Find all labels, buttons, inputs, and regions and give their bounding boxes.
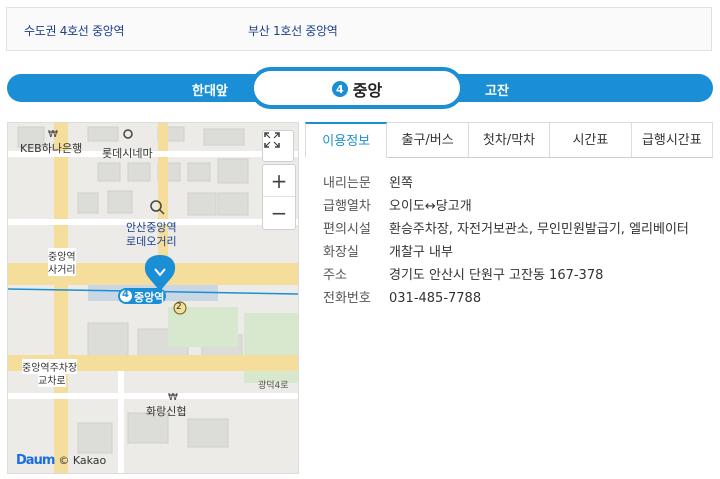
info-value: 경기도 안산시 단원구 고잔동 167-378	[389, 268, 604, 283]
map-copyright: Daum © Kakao	[16, 453, 106, 468]
prev-station-button[interactable]: 한대앞	[192, 80, 228, 99]
fullscreen-icon	[264, 132, 280, 148]
info-row-restroom: 화장실 개찰구 내부	[323, 242, 713, 264]
info-row-door: 내리는문 왼쪽	[323, 173, 713, 195]
tab-usage-info[interactable]: 이용정보	[305, 122, 388, 158]
info-row-express: 급행열차 오이도↔당고개	[323, 196, 713, 218]
info-row-address: 주소 경기도 안산시 단원구 고잔동 167-378	[323, 265, 713, 287]
info-label: 편의시설	[323, 222, 371, 237]
info-label: 주소	[323, 268, 347, 283]
map-station-label: 중앙역	[134, 291, 165, 304]
tab-timetable[interactable]: 시간표	[550, 122, 632, 157]
line-number-badge: 4	[331, 81, 348, 97]
info-row-phone: 전화번호 031-485-7788	[323, 288, 713, 310]
info-label: 화장실	[323, 245, 359, 260]
line-tabs: 수도권 4호선 중앙역 부산 1호선 중앙역	[6, 7, 712, 51]
map-label-rodeo: 로데오거리	[126, 235, 177, 248]
info-value: 031-485-7788	[389, 291, 482, 306]
map-station-badge-number: 4	[122, 289, 129, 300]
info-rows: 내리는문 왼쪽 급행열차 오이도↔당고개 편의시설 환승주차장, 자전거보관소,…	[305, 158, 713, 310]
info-label: 내리는문	[323, 176, 371, 191]
map-label-intersection: 사거리	[48, 261, 76, 276]
daum-logo: Daum	[16, 453, 55, 468]
zoom-out-button[interactable]: −	[263, 197, 295, 229]
info-row-facilities: 편의시설 환승주차장, 자전거보관소, 무인민원발급기, 엘리베이터	[323, 219, 713, 241]
fullscreen-button[interactable]	[262, 130, 294, 162]
info-tabs: 이용정보 출구/버스 첫차/막차 시간표 급행시간표	[305, 122, 714, 158]
svg-text:₩: ₩	[48, 129, 58, 140]
zoom-in-button[interactable]: +	[263, 165, 295, 197]
map-label-lotte: 롯데시네마	[102, 147, 153, 160]
tab-exit-bus[interactable]: 출구/버스	[387, 122, 469, 157]
station-map[interactable]: ₩ ₩ KEB하나은행 롯데시네마 안산중앙역 로데오거리 중앙역 사거리 4 …	[7, 122, 299, 474]
line-tab-seoul-4[interactable]: 수도권 4호선 중앙역	[24, 22, 125, 39]
info-value: 개찰구 내부	[389, 245, 453, 260]
map-label-road: 광덕4로	[258, 381, 289, 391]
info-label: 전화번호	[323, 291, 371, 306]
map-transfer-badge: 2	[176, 302, 182, 312]
zoom-controls: + −	[262, 164, 296, 230]
info-value: 오이도↔당고개	[389, 199, 472, 214]
info-value: 환승주차장, 자전거보관소, 무인민원발급기, 엘리베이터	[389, 222, 689, 237]
current-station: 4 중앙	[250, 67, 464, 109]
tab-first-last[interactable]: 첫차/막차	[468, 122, 551, 157]
station-info-panel: 이용정보 출구/버스 첫차/막차 시간표 급행시간표 내리는문 왼쪽 급행열차 …	[305, 122, 714, 474]
info-value: 왼쪽	[389, 176, 413, 191]
current-station-name: 중앙	[352, 81, 383, 100]
tab-express-timetable[interactable]: 급행시간표	[631, 122, 714, 157]
svg-text:₩: ₩	[168, 392, 178, 403]
map-label-hwarang: 화랑신협	[146, 405, 187, 418]
map-label-parking-intersection: 교차로	[38, 372, 66, 387]
map-label-keb: KEB하나은행	[20, 142, 83, 155]
next-station-button[interactable]: 고잔	[485, 80, 509, 99]
info-label: 급행열차	[323, 199, 371, 214]
line-tab-busan-1[interactable]: 부산 1호선 중앙역	[248, 22, 338, 39]
kakao-copyright: © Kakao	[58, 454, 107, 467]
